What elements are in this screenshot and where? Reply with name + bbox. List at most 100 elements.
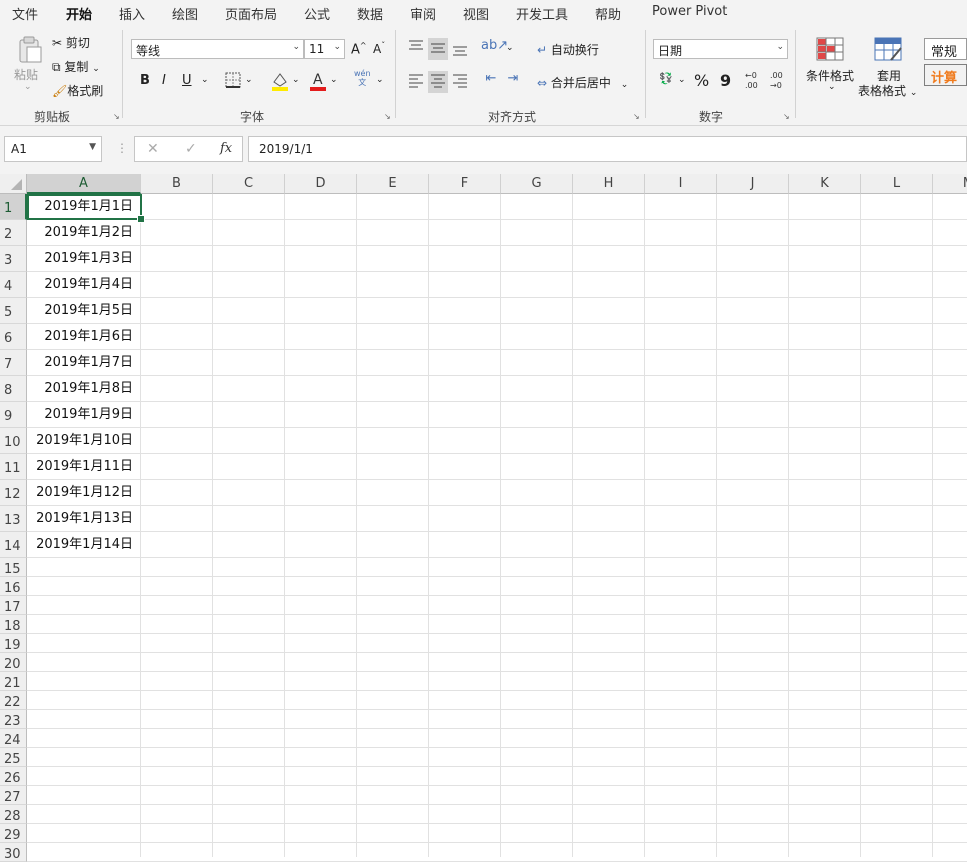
tab-5[interactable]: 公式 [304, 4, 330, 23]
font-size-combo[interactable]: 11 ⌄ [304, 39, 345, 59]
tab-11[interactable]: Power Pivot [652, 4, 727, 19]
cell-A3[interactable]: 2019年1月3日 [27, 246, 141, 272]
cell-A11[interactable]: 2019年1月11日 [27, 454, 141, 480]
decrease-indent-icon[interactable]: ⇤ [481, 71, 501, 93]
row-header-2[interactable]: 2 [0, 220, 27, 246]
row-header-9[interactable]: 9 [0, 402, 27, 428]
row-header-23[interactable]: 23 [0, 710, 27, 729]
more-options-icon[interactable]: ⋮ [116, 141, 128, 155]
paste-button[interactable]: 粘贴 [14, 66, 38, 83]
align-bottom-icon[interactable] [450, 38, 470, 60]
tab-8[interactable]: 视图 [463, 4, 489, 23]
cell-A2[interactable]: 2019年1月2日 [27, 220, 141, 246]
tab-3[interactable]: 绘图 [172, 4, 198, 23]
cell-A14[interactable]: 2019年1月14日 [27, 532, 141, 558]
row-header-8[interactable]: 8 [0, 376, 27, 402]
tab-9[interactable]: 开发工具 [516, 4, 568, 23]
row-header-30[interactable]: 30 [0, 843, 27, 862]
row-header-4[interactable]: 4 [0, 272, 27, 298]
row-header-26[interactable]: 26 [0, 767, 27, 786]
tab-2[interactable]: 插入 [119, 4, 145, 23]
fill-color-dropdown-icon[interactable]: ⌄ [292, 75, 300, 85]
name-box[interactable]: A1 ▼ [4, 136, 102, 162]
align-middle-icon[interactable] [428, 38, 448, 60]
style-calculation[interactable]: 计算 [924, 64, 967, 86]
accounting-dropdown-icon[interactable]: ⌄ [678, 75, 686, 85]
row-header-12[interactable]: 12 [0, 480, 27, 506]
cell-A9[interactable]: 2019年1月9日 [27, 402, 141, 428]
column-header-A[interactable]: A [27, 174, 141, 194]
worksheet-grid[interactable]: ABCDEFGHIJKLM 12345678910111213141516171… [0, 174, 967, 862]
formula-input[interactable]: 2019/1/1 [248, 136, 967, 162]
tab-7[interactable]: 审阅 [410, 4, 436, 23]
column-header-K[interactable]: K [789, 174, 861, 194]
phonetic-button[interactable]: wén 文 [354, 69, 371, 87]
row-header-1[interactable]: 1 [0, 194, 27, 220]
row-header-24[interactable]: 24 [0, 729, 27, 748]
bold-button[interactable]: B [140, 73, 150, 88]
paste-dropdown-icon[interactable]: ⌄ [24, 82, 32, 92]
style-normal[interactable]: 常规 [924, 38, 967, 60]
column-header-H[interactable]: H [573, 174, 645, 194]
row-header-14[interactable]: 14 [0, 532, 27, 558]
row-header-19[interactable]: 19 [0, 634, 27, 653]
column-header-C[interactable]: C [213, 174, 285, 194]
row-header-21[interactable]: 21 [0, 672, 27, 691]
row-header-10[interactable]: 10 [0, 428, 27, 454]
align-left-icon[interactable] [406, 71, 426, 93]
cut-button[interactable]: ✂ 剪切 [52, 34, 90, 51]
tab-1[interactable]: 开始 [66, 4, 93, 28]
tab-0[interactable]: 文件 [12, 4, 38, 23]
fill-color-icon[interactable] [270, 70, 290, 92]
increase-font-size-button[interactable]: A^ [351, 41, 367, 57]
underline-dropdown-icon[interactable]: ⌄ [201, 75, 209, 85]
row-header-25[interactable]: 25 [0, 748, 27, 767]
orientation-icon[interactable]: ab↗ [481, 38, 508, 60]
decrease-font-size-button[interactable]: Aˇ [373, 41, 385, 56]
copy-button[interactable]: ⧉ 复制 ⌄ [52, 58, 100, 75]
column-header-B[interactable]: B [141, 174, 213, 194]
row-header-18[interactable]: 18 [0, 615, 27, 634]
row-header-17[interactable]: 17 [0, 596, 27, 615]
row-header-11[interactable]: 11 [0, 454, 27, 480]
tab-10[interactable]: 帮助 [595, 4, 621, 23]
accounting-format-icon[interactable]: 💱 [656, 72, 676, 92]
tab-4[interactable]: 页面布局 [225, 4, 277, 23]
alignment-launcher-icon[interactable]: ↘ [633, 112, 640, 121]
comma-style-button[interactable]: 9 [720, 71, 731, 90]
column-header-M[interactable]: M [933, 174, 967, 194]
column-header-G[interactable]: G [501, 174, 573, 194]
borders-icon[interactable] [224, 72, 242, 90]
tab-6[interactable]: 数据 [357, 4, 383, 23]
row-header-16[interactable]: 16 [0, 577, 27, 596]
insert-function-icon[interactable]: fx [220, 141, 232, 156]
cell-A6[interactable]: 2019年1月6日 [27, 324, 141, 350]
column-header-E[interactable]: E [357, 174, 429, 194]
row-header-20[interactable]: 20 [0, 653, 27, 672]
align-center-icon[interactable] [428, 71, 448, 93]
font-color-dropdown-icon[interactable]: ⌄ [330, 75, 338, 85]
paste-icon[interactable] [14, 34, 44, 64]
cell-A13[interactable]: 2019年1月13日 [27, 506, 141, 532]
chevron-down-icon[interactable]: ▼ [89, 142, 96, 152]
wrap-text-button[interactable]: ↵ 自动换行 [537, 41, 599, 58]
row-header-6[interactable]: 6 [0, 324, 27, 350]
font-color-icon[interactable]: A [309, 70, 327, 92]
number-launcher-icon[interactable]: ↘ [783, 112, 790, 121]
phonetic-dropdown-icon[interactable]: ⌄ [376, 75, 384, 85]
row-header-28[interactable]: 28 [0, 805, 27, 824]
row-header-13[interactable]: 13 [0, 506, 27, 532]
row-header-3[interactable]: 3 [0, 246, 27, 272]
orientation-dropdown-icon[interactable]: ⌄ [506, 43, 514, 53]
column-header-D[interactable]: D [285, 174, 357, 194]
cell-A8[interactable]: 2019年1月8日 [27, 376, 141, 402]
format-as-table-button[interactable]: 表格格式 ⌄ [858, 82, 917, 99]
font-launcher-icon[interactable]: ↘ [384, 112, 391, 121]
row-header-29[interactable]: 29 [0, 824, 27, 843]
align-top-icon[interactable] [406, 38, 426, 60]
column-header-F[interactable]: F [429, 174, 501, 194]
merge-center-button[interactable]: ⇔ 合并后居中 ⌄ [537, 74, 628, 91]
align-right-icon[interactable] [450, 71, 470, 93]
number-format-combo[interactable]: 日期 ⌄ [653, 39, 788, 59]
column-header-I[interactable]: I [645, 174, 717, 194]
